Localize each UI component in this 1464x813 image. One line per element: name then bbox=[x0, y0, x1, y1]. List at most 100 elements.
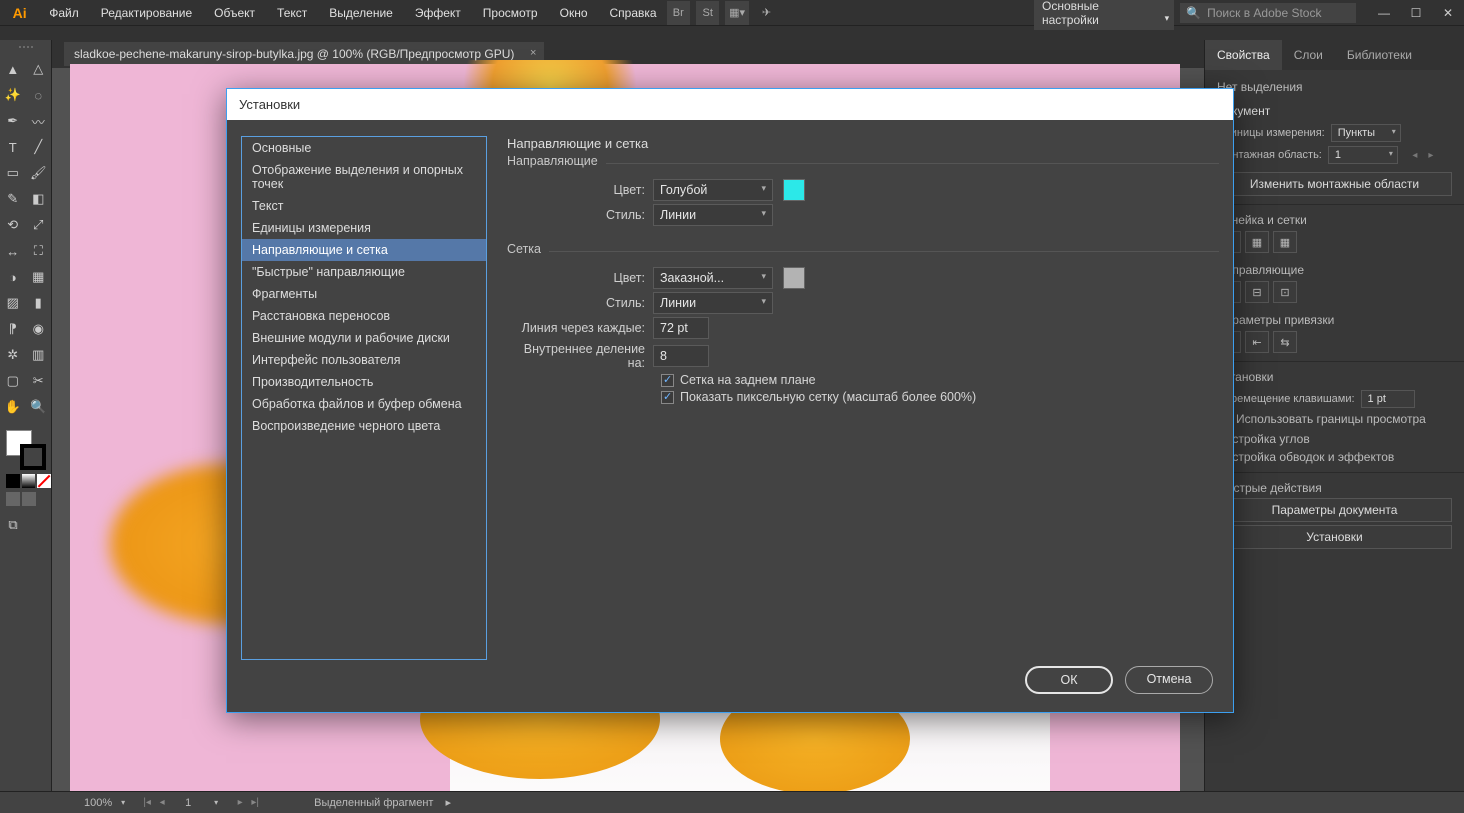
guides-btn-3[interactable]: ⊡ bbox=[1273, 281, 1297, 303]
tool-hand[interactable]: ✋ bbox=[0, 394, 26, 420]
search-stock-input[interactable]: 🔍Поиск в Adobe Stock bbox=[1180, 3, 1356, 23]
window-close[interactable]: ✕ bbox=[1432, 3, 1464, 23]
menu-object[interactable]: Объект bbox=[204, 0, 265, 26]
screen-mode[interactable]: ⧉ bbox=[0, 512, 26, 538]
prefs-button[interactable]: Установки bbox=[1217, 525, 1452, 549]
key-increment-input[interactable]: 1 pt bbox=[1361, 390, 1415, 408]
cat-black[interactable]: Воспроизведение черного цвета bbox=[242, 415, 486, 437]
units-dropdown[interactable]: Пункты bbox=[1331, 124, 1401, 142]
zoom-dropdown[interactable]: 100% bbox=[80, 796, 128, 810]
cat-general[interactable]: Основные bbox=[242, 137, 486, 159]
menu-help[interactable]: Справка bbox=[600, 0, 667, 26]
tool-pen[interactable]: ✒ bbox=[0, 108, 26, 134]
first-artboard-icon[interactable]: |◂ bbox=[140, 797, 154, 808]
tool-width[interactable]: ↔ bbox=[0, 238, 26, 264]
doc-params-button[interactable]: Параметры документа bbox=[1217, 498, 1452, 522]
status-more-icon[interactable]: ▸ bbox=[445, 796, 451, 809]
tool-direct-select[interactable]: △ bbox=[26, 56, 52, 82]
arrange-icon[interactable]: ▦▾ bbox=[725, 1, 748, 25]
tool-graph[interactable]: ▥ bbox=[26, 342, 52, 368]
artboard-dropdown[interactable]: 1 bbox=[1328, 146, 1398, 164]
menu-view[interactable]: Просмотр bbox=[473, 0, 548, 26]
edit-artboards-button[interactable]: Изменить монтажные области bbox=[1217, 172, 1452, 196]
tab-properties[interactable]: Свойства bbox=[1205, 40, 1282, 70]
grid-subdiv-input[interactable]: 8 bbox=[653, 345, 709, 367]
prev-artboard-icon[interactable]: ◂ bbox=[155, 797, 169, 808]
window-maximize[interactable]: ☐ bbox=[1400, 3, 1432, 23]
tool-curvature[interactable]: 〰 bbox=[26, 108, 52, 134]
color-mode[interactable] bbox=[6, 474, 20, 488]
menu-type[interactable]: Текст bbox=[267, 0, 317, 26]
snap-btn-2[interactable]: ⇤ bbox=[1245, 331, 1269, 353]
tool-eraser[interactable]: ◧ bbox=[26, 186, 52, 212]
tool-symbol-spray[interactable]: ✲ bbox=[0, 342, 26, 368]
grid-color-dropdown[interactable]: Заказной... bbox=[653, 267, 773, 289]
draw-normal[interactable] bbox=[6, 492, 20, 506]
ruler-btn-2[interactable]: ▦ bbox=[1245, 231, 1269, 253]
tool-mesh[interactable]: ▨ bbox=[0, 290, 26, 316]
ok-button[interactable]: ОК bbox=[1025, 666, 1113, 694]
cat-file-clipboard[interactable]: Обработка файлов и буфер обмена bbox=[242, 393, 486, 415]
draw-behind[interactable] bbox=[22, 492, 36, 506]
stroke-setup-link[interactable]: Настройка обводок и эффектов bbox=[1217, 450, 1394, 464]
guides-style-dropdown[interactable]: Линии bbox=[653, 204, 773, 226]
tool-lasso[interactable]: ◌ bbox=[26, 82, 52, 108]
grid-every-input[interactable]: 72 pt bbox=[653, 317, 709, 339]
tool-brush[interactable]: 🖌 bbox=[26, 160, 52, 186]
toolbar-grip[interactable] bbox=[0, 46, 51, 54]
stock-icon[interactable]: St bbox=[696, 1, 719, 25]
none-mode[interactable] bbox=[37, 474, 51, 488]
artboard-nav-dropdown[interactable]: 1 bbox=[181, 796, 221, 810]
menu-file[interactable]: Файл bbox=[39, 0, 89, 26]
ruler-btn-3[interactable]: ▦ bbox=[1273, 231, 1297, 253]
stroke-swatch[interactable] bbox=[20, 444, 46, 470]
cat-type[interactable]: Текст bbox=[242, 195, 486, 217]
tool-eyedropper[interactable]: ⁋ bbox=[0, 316, 26, 342]
tab-libraries[interactable]: Библиотеки bbox=[1335, 40, 1424, 70]
tool-type[interactable]: T bbox=[0, 134, 26, 160]
tab-layers[interactable]: Слои bbox=[1282, 40, 1335, 70]
snap-btn-3[interactable]: ⇆ bbox=[1273, 331, 1297, 353]
grid-back-checkbox[interactable] bbox=[661, 374, 674, 387]
next-artboard-icon[interactable]: ▸ bbox=[1424, 146, 1438, 164]
cancel-button[interactable]: Отмена bbox=[1125, 666, 1213, 694]
cat-units[interactable]: Единицы измерения bbox=[242, 217, 486, 239]
tool-slice[interactable]: ✂ bbox=[26, 368, 52, 394]
tool-line[interactable]: ╱ bbox=[26, 134, 52, 160]
tool-scale[interactable]: ⤢ bbox=[26, 212, 52, 238]
cat-slices[interactable]: Фрагменты bbox=[242, 283, 486, 305]
prev-artboard-icon[interactable]: ◂ bbox=[1408, 146, 1422, 164]
grid-style-dropdown[interactable]: Линии bbox=[653, 292, 773, 314]
workspace-switcher[interactable]: Основные настройки bbox=[1034, 0, 1174, 30]
gradient-mode[interactable] bbox=[22, 474, 36, 488]
cat-selection-anchor[interactable]: Отображение выделения и опорных точек bbox=[242, 159, 486, 195]
menu-effect[interactable]: Эффект bbox=[405, 0, 471, 26]
tool-artboard[interactable]: ▢ bbox=[0, 368, 26, 394]
tool-perspective[interactable]: ▦ bbox=[26, 264, 52, 290]
grid-color-swatch[interactable] bbox=[783, 267, 805, 289]
next-artboard-icon[interactable]: ▸ bbox=[233, 797, 247, 808]
tool-shaper[interactable]: ✎ bbox=[0, 186, 26, 212]
menu-edit[interactable]: Редактирование bbox=[91, 0, 202, 26]
cat-performance[interactable]: Производительность bbox=[242, 371, 486, 393]
pixel-grid-checkbox[interactable] bbox=[661, 391, 674, 404]
tool-wand[interactable]: ✨ bbox=[0, 82, 26, 108]
guides-color-dropdown[interactable]: Голубой bbox=[653, 179, 773, 201]
tool-blend[interactable]: ◉ bbox=[26, 316, 52, 342]
tool-shape-builder[interactable]: ◑ bbox=[0, 264, 26, 290]
tool-rotate[interactable]: ⟲ bbox=[0, 212, 26, 238]
guides-btn-2[interactable]: ⊟ bbox=[1245, 281, 1269, 303]
fill-stroke-swatches[interactable] bbox=[0, 426, 52, 472]
guides-color-swatch[interactable] bbox=[783, 179, 805, 201]
cat-ui[interactable]: Интерфейс пользователя bbox=[242, 349, 486, 371]
cat-plugins[interactable]: Внешние модули и рабочие диски bbox=[242, 327, 486, 349]
window-minimize[interactable]: — bbox=[1368, 3, 1400, 23]
close-tab-icon[interactable]: × bbox=[530, 47, 536, 59]
gpu-icon[interactable]: ✈ bbox=[755, 1, 778, 25]
cat-guides-grid[interactable]: Направляющие и сетка bbox=[242, 239, 486, 261]
tool-rect[interactable]: ▭ bbox=[0, 160, 26, 186]
tool-gradient[interactable]: ▮ bbox=[26, 290, 52, 316]
tool-zoom[interactable]: 🔍 bbox=[26, 394, 52, 420]
cat-hyphenation[interactable]: Расстановка переносов bbox=[242, 305, 486, 327]
bridge-icon[interactable]: Br bbox=[667, 1, 690, 25]
